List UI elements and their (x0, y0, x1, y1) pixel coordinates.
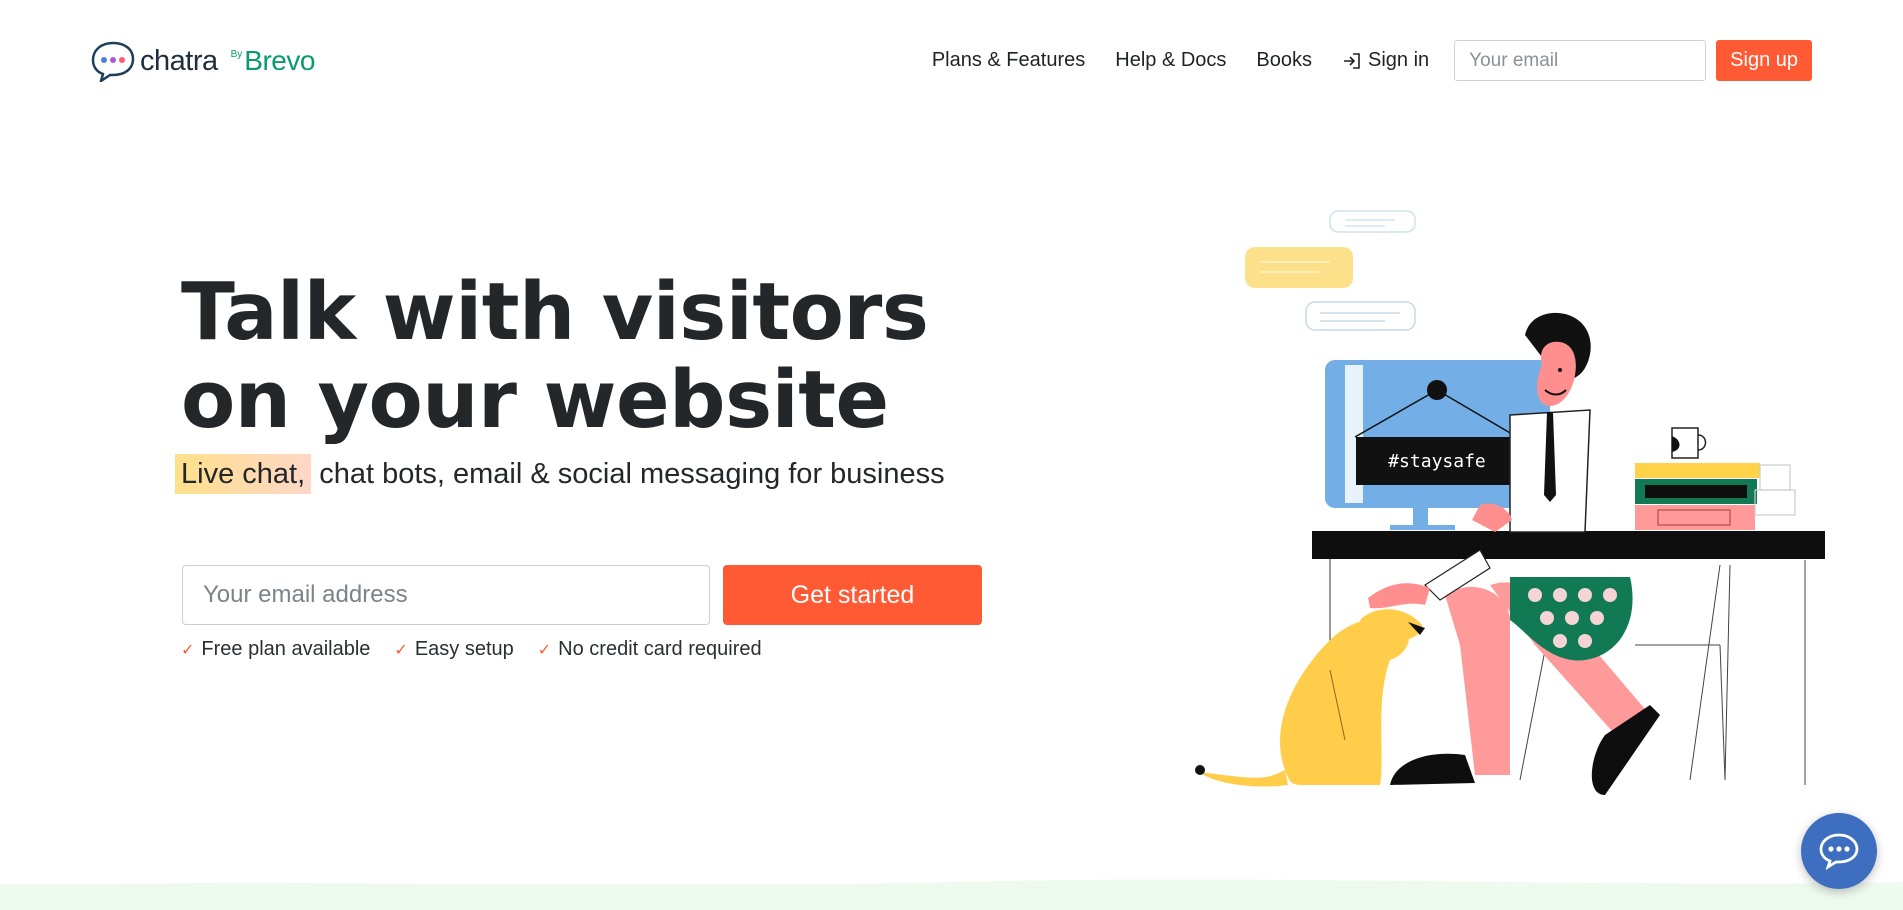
subtitle-highlight: Live chat, (175, 454, 312, 494)
sign-in-link[interactable]: Sign in (1342, 49, 1429, 72)
feature-checks: ✓ Free plan available ✓ Easy setup ✓ No … (181, 638, 786, 661)
checkmark-icon: ✓ (181, 641, 195, 659)
check-item: ✓ Easy setup (394, 638, 513, 661)
bottom-band (0, 884, 1903, 910)
nav-books[interactable]: Books (1256, 49, 1312, 72)
desk-illustration (1312, 531, 1825, 559)
dog-illustration (1195, 609, 1425, 787)
sign-in-label: Sign in (1368, 49, 1430, 71)
hero-email-input[interactable] (182, 565, 710, 625)
hero-subtitle: Live chat, chat bots, email & social mes… (175, 454, 945, 494)
header-email-input[interactable] (1454, 40, 1707, 81)
brand-name: chatra (140, 44, 218, 77)
signup-form: Get started (182, 565, 982, 625)
hero-title-line-2: on your website (181, 354, 889, 446)
hero-illustration: #staysafe (1195, 210, 1825, 795)
chat-bubble-dots-icon (91, 41, 135, 82)
chat-bubbles-illustration (1245, 210, 1416, 331)
checkmark-icon: ✓ (537, 641, 552, 659)
sign-in-arrow-icon (1344, 52, 1360, 69)
sign-up-button[interactable]: Sign up (1716, 40, 1812, 81)
brand-partner: Brevo (244, 45, 315, 76)
checkmark-icon: ✓ (394, 641, 408, 659)
check-label: Free plan available (201, 638, 371, 660)
check-item: ✓ No credit card required (538, 638, 762, 661)
nav-help-docs[interactable]: Help & Docs (1115, 49, 1226, 72)
chat-widget-button[interactable] (1801, 813, 1877, 889)
check-label: Easy setup (414, 638, 514, 660)
sign-text: #staysafe (1388, 451, 1486, 472)
chat-bubble-icon (1819, 833, 1859, 870)
subtitle-rest: chat bots, email & social messaging for … (311, 458, 945, 490)
get-started-button[interactable]: Get started (723, 565, 982, 625)
main-nav: Plans & Features Help & Docs Books Sign … (932, 40, 1812, 81)
nav-plans-features[interactable]: Plans & Features (932, 49, 1085, 72)
check-item: ✓ Free plan available (181, 638, 370, 661)
hero-title: Talk with visitors on your website (181, 266, 929, 446)
books-illustration (1635, 427, 1796, 530)
site-header: chatra By Brevo Plans & Features Help & … (0, 0, 1903, 120)
check-label: No credit card required (558, 638, 762, 660)
hero-title-line-1: Talk with visitors (181, 266, 929, 358)
brand-by: By (230, 48, 243, 60)
logo[interactable]: chatra By Brevo (90, 40, 315, 82)
